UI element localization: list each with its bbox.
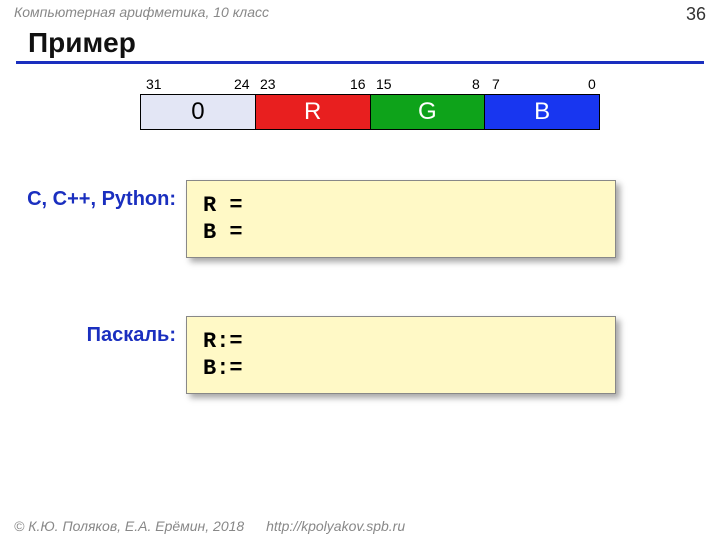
codebox-pascal: R:= B:= xyxy=(186,316,616,394)
page-title: Пример xyxy=(28,27,720,59)
segment-r: R xyxy=(256,95,371,129)
copyright: © К.Ю. Поляков, Е.А. Ерёмин, 2018 xyxy=(14,518,244,534)
segment-g: G xyxy=(371,95,486,129)
bit-labels: 31 24 23 16 15 8 7 0 xyxy=(140,76,600,94)
register-diagram: 0 R G B xyxy=(140,94,600,130)
bit-23: 23 xyxy=(260,76,276,92)
bit-8: 8 xyxy=(472,76,480,92)
codebox-c-line1: R = xyxy=(203,193,599,218)
bit-31: 31 xyxy=(146,76,162,92)
codebox-pascal-line2: B:= xyxy=(203,356,599,381)
course-label: Компьютерная арифметика, 10 класс xyxy=(14,4,269,25)
lang2-label: Паскаль: xyxy=(14,324,176,347)
bit-15: 15 xyxy=(376,76,392,92)
bit-16: 16 xyxy=(350,76,366,92)
segment-zero: 0 xyxy=(141,95,256,129)
bit-7: 7 xyxy=(492,76,500,92)
segment-b: B xyxy=(485,95,599,129)
footer-url[interactable]: http://kpolyakov.spb.ru xyxy=(266,518,405,534)
bit-24: 24 xyxy=(234,76,250,92)
page-number: 36 xyxy=(686,4,706,25)
codebox-c-line2: B = xyxy=(203,220,599,245)
title-rule xyxy=(16,61,704,64)
lang1-label: C, C++, Python: xyxy=(14,188,176,211)
codebox-pascal-line1: R:= xyxy=(203,329,599,354)
footer: © К.Ю. Поляков, Е.А. Ерёмин, 2018 http:/… xyxy=(14,518,405,534)
codebox-c: R = B = xyxy=(186,180,616,258)
bit-0: 0 xyxy=(588,76,596,92)
